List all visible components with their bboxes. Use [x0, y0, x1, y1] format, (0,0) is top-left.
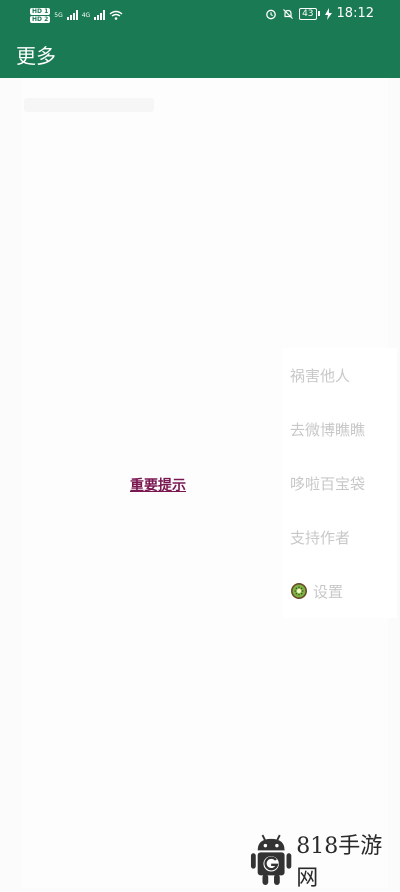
- network-type-2: 4G: [81, 11, 91, 19]
- sim2-badge: HD 2: [30, 15, 51, 23]
- menu-item-label: 去微博瞧瞧: [290, 420, 366, 439]
- menu-item-settings[interactable]: 设置: [283, 564, 397, 618]
- charging-bolt-icon: [324, 7, 332, 20]
- signal-1-icon: [66, 10, 78, 20]
- menu-item-support-author[interactable]: 支持作者: [283, 510, 397, 564]
- wifi-icon: [109, 10, 123, 20]
- sim1-badge: HD 1: [30, 7, 51, 15]
- kiwi-icon: [291, 583, 307, 599]
- status-bar: HD 1 HD 2 5G 4G 43 18:12: [0, 0, 400, 30]
- menu-item-label: 祸害他人: [290, 366, 351, 385]
- menu-item-label: 哆啦百宝袋: [290, 474, 366, 493]
- silent-bell-icon: [283, 8, 294, 19]
- alarm-icon: [266, 9, 276, 19]
- status-left: HD 1 HD 2 5G 4G: [30, 3, 123, 27]
- menu-item-doraemon-pocket[interactable]: 哆啦百宝袋: [283, 456, 397, 510]
- network-type-1: 5G: [54, 11, 63, 19]
- important-notice-link[interactable]: 重要提示: [130, 475, 186, 495]
- battery-icon: 43: [299, 7, 320, 20]
- app-bar: 更多: [0, 30, 400, 78]
- menu-item-label: 设置: [313, 582, 344, 601]
- overflow-menu: 祸害他人 去微博瞧瞧 哆啦百宝袋 支持作者 设置: [283, 348, 397, 618]
- clock-time: 18:12: [336, 6, 374, 21]
- android-robot-logo-icon: [250, 834, 292, 885]
- menu-item-label: 支持作者: [290, 528, 351, 547]
- signal-2-icon: [94, 10, 106, 20]
- menu-item-visit-weibo[interactable]: 去微博瞧瞧: [283, 402, 397, 456]
- menu-item-harm-others[interactable]: 祸害他人: [283, 348, 397, 402]
- sim-badges: HD 1 HD 2: [30, 7, 51, 23]
- watermark-text: 818手游网: [296, 834, 383, 891]
- status-right: 43 18:12: [265, 6, 374, 21]
- battery-level: 43: [299, 7, 317, 20]
- site-watermark: 818手游网: [250, 828, 400, 892]
- page-title: 更多: [16, 44, 56, 68]
- faded-header-text: [24, 98, 154, 112]
